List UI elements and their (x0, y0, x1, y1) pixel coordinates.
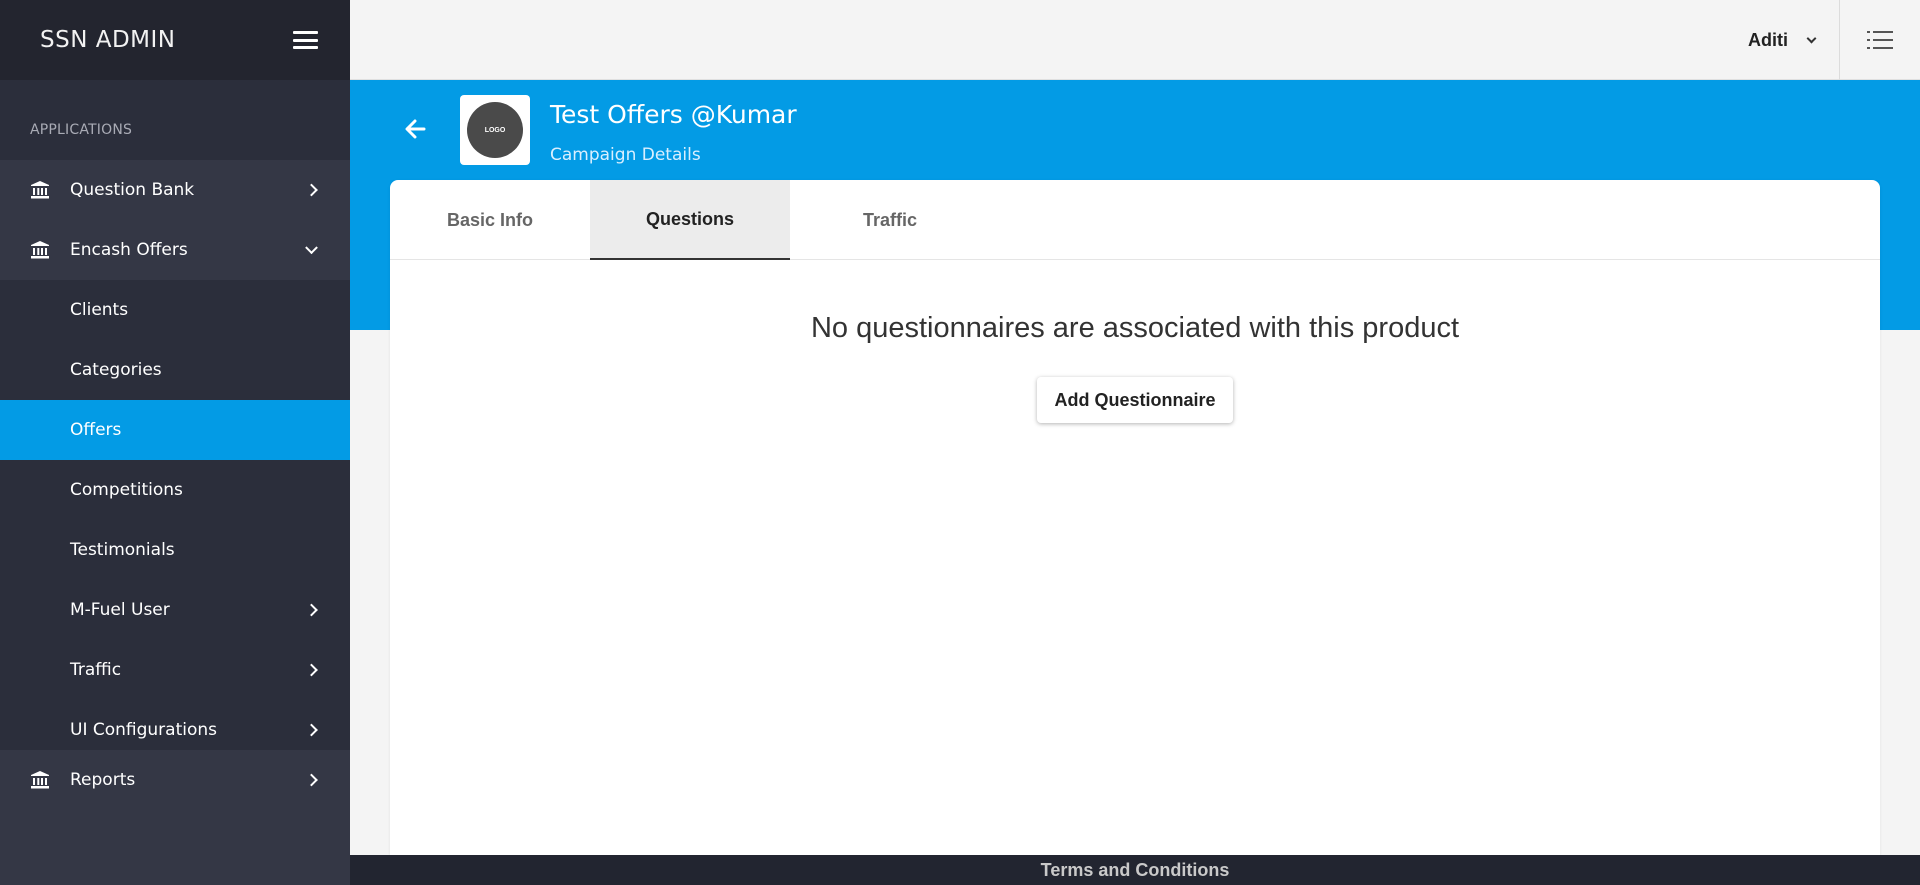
sidebar-item-offers[interactable]: Offers (0, 400, 350, 460)
bank-icon (30, 240, 50, 260)
sidebar-item-label: Offers (70, 420, 122, 440)
footer: Terms and Conditions (350, 855, 1920, 885)
top-bar: Aditi (350, 0, 1920, 80)
sidebar-section-label: APPLICATIONS (30, 122, 133, 138)
tab-bar: Basic Info Questions Traffic (390, 180, 1880, 260)
hamburger-menu-icon[interactable] (293, 31, 318, 49)
bank-icon (30, 180, 50, 200)
content-card: Basic Info Questions Traffic No question… (390, 180, 1880, 855)
sidebar-item-label: Reports (70, 770, 136, 790)
sidebar-item-traffic[interactable]: Traffic (0, 640, 350, 700)
page-title: Test Offers @Kumar (550, 100, 797, 129)
list-icon (1867, 31, 1893, 49)
arrow-left-icon (405, 119, 426, 139)
sidebar-item-label: Testimonials (70, 540, 175, 560)
back-button[interactable] (402, 116, 428, 142)
sidebar-item-competitions[interactable]: Competitions (0, 460, 350, 520)
brand-bar: SSN ADMIN (0, 0, 350, 80)
sidebar-item-clients[interactable]: Clients (0, 280, 350, 340)
tab-basic-info[interactable]: Basic Info (390, 180, 590, 260)
chevron-right-icon (305, 603, 318, 617)
user-menu[interactable]: Aditi (1748, 0, 1817, 80)
chevron-right-icon (305, 183, 318, 197)
sidebar-item-reports[interactable]: Reports (0, 750, 350, 810)
chevron-right-icon (305, 723, 318, 737)
sidebar-item-m-fuel-user[interactable]: M-Fuel User (0, 580, 350, 640)
terms-link[interactable]: Terms and Conditions (1041, 860, 1230, 881)
tab-questions[interactable]: Questions (590, 180, 790, 260)
bank-icon (30, 770, 50, 790)
campaign-logo: LOGO (460, 95, 530, 165)
sidebar-item-label: UI Configurations (70, 720, 218, 740)
sidebar-item-label: Encash Offers (70, 240, 188, 260)
chevron-down-icon (305, 241, 318, 255)
sidebar-item-label: Question Bank (70, 180, 195, 200)
tab-traffic[interactable]: Traffic (790, 180, 990, 260)
sidebar-item-testimonials[interactable]: Testimonials (0, 520, 350, 580)
sidebar: SSN ADMIN APPLICATIONS Question Bank Enc… (0, 0, 350, 885)
sidebar-bottom-area: Reports (0, 750, 350, 885)
chevron-right-icon (305, 663, 318, 677)
sidebar-item-encash-offers[interactable]: Encash Offers (0, 220, 350, 280)
user-name: Aditi (1748, 29, 1788, 50)
chevron-down-icon (1806, 33, 1817, 43)
add-questionnaire-button[interactable]: Add Questionnaire (1037, 377, 1233, 423)
page-subtitle: Campaign Details (550, 145, 701, 165)
list-menu-button[interactable] (1840, 0, 1920, 80)
sidebar-item-label: M-Fuel User (70, 600, 170, 620)
sidebar-item-label: Competitions (70, 480, 183, 500)
chevron-right-icon (305, 773, 318, 787)
brand-title: SSN ADMIN (40, 27, 176, 53)
logo-placeholder: LOGO (467, 102, 523, 158)
sidebar-item-label: Traffic (70, 660, 122, 680)
sidebar-item-label: Categories (70, 360, 162, 380)
sidebar-item-label: Clients (70, 300, 129, 320)
sidebar-item-categories[interactable]: Categories (0, 340, 350, 400)
sidebar-item-question-bank[interactable]: Question Bank (0, 160, 350, 220)
empty-state-message: No questionnaires are associated with th… (810, 312, 1460, 344)
